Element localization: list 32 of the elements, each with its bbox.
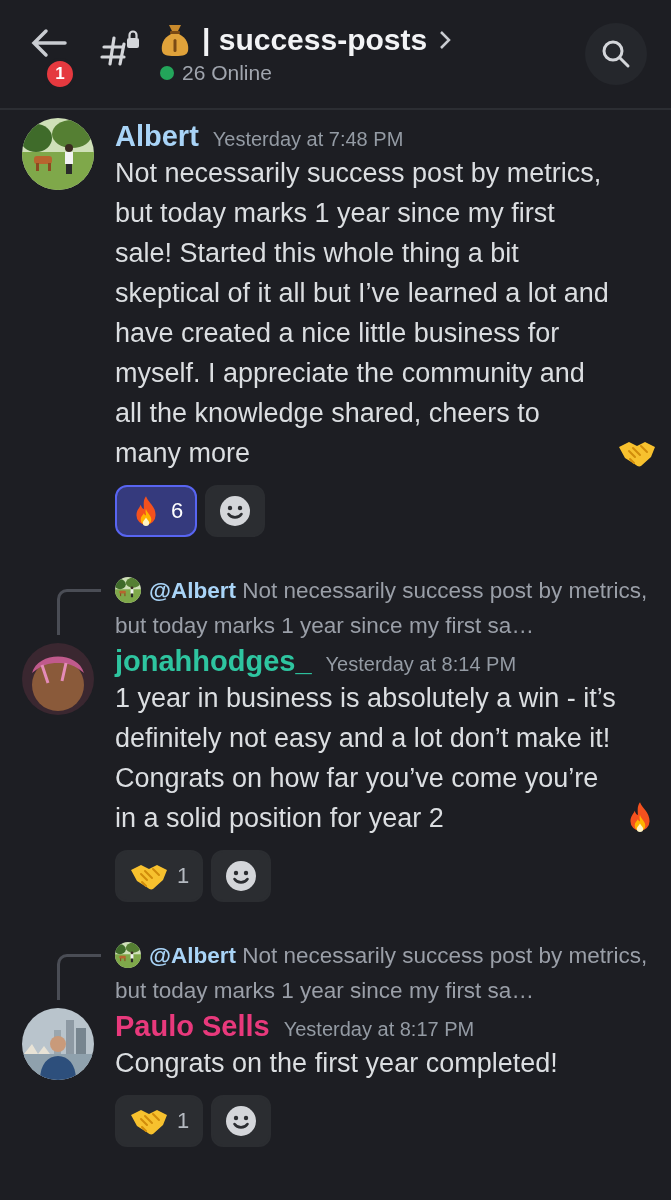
chevron-right-icon (439, 30, 452, 50)
username[interactable]: Paulo Sells (115, 1010, 270, 1043)
message-text: 1 year in business is absolutely a win - it’s definitely not easy and a lot don’t make it! Congrats on how far you’ve come you’re in a solid position for year 2 (115, 682, 617, 835)
timestamp: Yesterday at 8:14 PM (325, 653, 517, 676)
channel-name[interactable]: | success-posts (202, 23, 428, 57)
add-reaction-button[interactable] (211, 850, 272, 902)
reply-preview[interactable]: @Albert Not necessarily success post by metrics, but today marks 1 year since my first sa… (115, 938, 657, 1008)
reply-connector (57, 589, 101, 635)
username[interactable]: jonahhodges_ (115, 645, 312, 678)
search-icon (601, 39, 631, 69)
reaction-button[interactable]: 6 (115, 485, 198, 537)
add-reaction-button[interactable] (205, 485, 266, 537)
reply-preview[interactable]: @Albert Not necessarily success post by metrics, but today marks 1 year since my first sa… (115, 573, 657, 643)
timestamp: Yesterday at 8:17 PM (283, 1018, 475, 1041)
reply-connector (57, 954, 101, 1000)
add-reaction-icon (225, 1105, 258, 1137)
add-reaction-icon (219, 495, 252, 527)
timestamp: Yesterday at 7:48 PM (212, 128, 404, 151)
back-button[interactable] (30, 28, 68, 58)
bag-icon (160, 23, 190, 57)
message-text: Not necessarily success post by metrics, but today marks 1 year since my first sale! Started this whole thing a bit skeptical of it all but I’ve learned a lot and have created a nice little business for myself. I appreciate the community and all the knowledge shared, cheers to many more (115, 157, 610, 470)
reaction-button[interactable]: 1 (115, 1095, 204, 1147)
add-reaction-icon (225, 860, 258, 892)
notification-badge: 1 (44, 58, 76, 90)
online-dot-icon (160, 66, 174, 80)
message-text: Congrats on the first year completed! (115, 1047, 559, 1080)
online-count: 26 Online (182, 61, 272, 85)
back-arrow-icon (31, 28, 67, 58)
add-reaction-button[interactable] (211, 1095, 272, 1147)
reaction-button[interactable]: 1 (115, 850, 204, 902)
locked-channel-icon (100, 30, 140, 66)
username[interactable]: Albert (115, 120, 199, 153)
